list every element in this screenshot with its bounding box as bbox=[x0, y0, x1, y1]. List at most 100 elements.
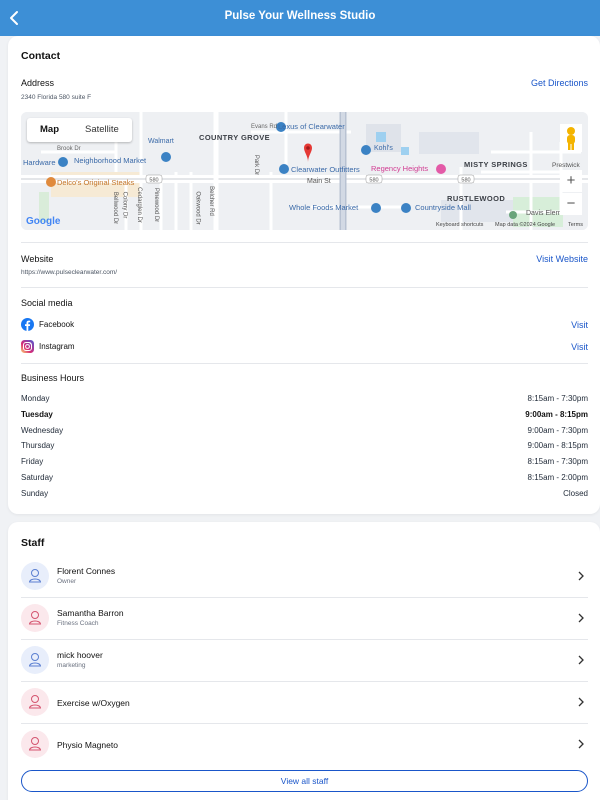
contact-heading: Contact bbox=[21, 50, 61, 62]
chevron-right-icon bbox=[578, 571, 584, 581]
staff-role: marketing bbox=[57, 662, 86, 669]
contact-card: Contact Address 2340 Florida 580 suite F… bbox=[8, 36, 600, 514]
hours-day: Sunday bbox=[21, 489, 49, 498]
map-label-regency: Regency Heights bbox=[371, 164, 429, 173]
get-directions-link[interactable]: Get Directions bbox=[531, 78, 588, 88]
facebook-visit-link[interactable]: Visit bbox=[571, 320, 588, 330]
staff-name: Florent Connes bbox=[57, 566, 116, 576]
person-icon bbox=[28, 695, 42, 709]
street-view-pegman[interactable] bbox=[560, 124, 582, 152]
instagram-label: Instagram bbox=[39, 342, 75, 351]
staff-name: mick hoover bbox=[57, 650, 103, 660]
hours-day: Wednesday bbox=[21, 426, 64, 435]
staff-name: Physio Magneto bbox=[57, 740, 118, 750]
staff-row[interactable]: Florent Connes Owner bbox=[21, 556, 588, 598]
website-url: https://www.pulseclearwater.com/ bbox=[21, 269, 118, 276]
hours-row-wednesday: Wednesday 9:00am - 7:30pm bbox=[21, 426, 588, 438]
instagram-visit-link[interactable]: Visit bbox=[571, 342, 588, 352]
staff-name: Samantha Barron bbox=[57, 608, 124, 618]
map-label-rustlewood: RUSTLEWOOD bbox=[447, 194, 506, 203]
person-icon bbox=[28, 653, 42, 667]
chevron-right-icon bbox=[578, 697, 584, 707]
staff-row[interactable]: Samantha Barron Fitness Coach bbox=[21, 598, 588, 640]
map-label-colony: Colony Dr bbox=[121, 191, 128, 219]
view-all-staff-button[interactable]: View all staff bbox=[21, 770, 588, 792]
avatar bbox=[21, 688, 49, 716]
map-label-walmart: Walmart bbox=[148, 138, 174, 145]
hours-time: 9:00am - 7:30pm bbox=[527, 426, 588, 435]
google-logo: Google bbox=[26, 216, 61, 227]
avatar bbox=[21, 730, 49, 758]
map-keyboard-shortcuts[interactable]: Keyboard shortcuts bbox=[436, 222, 483, 228]
staff-role: Owner bbox=[57, 578, 77, 585]
instagram-icon bbox=[21, 340, 34, 353]
hours-time: 9:00am - 8:15pm bbox=[527, 441, 588, 450]
map-label-whole-foods: Whole Foods Market bbox=[289, 203, 359, 212]
hours-row-friday: Friday 8:15am - 7:30pm bbox=[21, 457, 588, 469]
zoom-out-button[interactable]: − bbox=[560, 193, 582, 215]
staff-name: Exercise w/Oxygen bbox=[57, 698, 130, 708]
map-label-country-grove: COUNTRY GROVE bbox=[199, 133, 271, 142]
hours-row-sunday: Sunday Closed bbox=[21, 489, 588, 501]
hours-time: Closed bbox=[563, 489, 588, 498]
chevron-right-icon bbox=[578, 655, 584, 665]
hours-day: Thursday bbox=[21, 441, 55, 450]
divider bbox=[21, 287, 588, 288]
map-terms-link[interactable]: Terms bbox=[568, 222, 583, 228]
hours-day: Monday bbox=[21, 394, 50, 403]
route-badge-3: 580 bbox=[461, 178, 470, 184]
hours-row-saturday: Saturday 8:15am - 2:00pm bbox=[21, 473, 588, 485]
staff-row[interactable]: Physio Magneto bbox=[21, 724, 588, 766]
website-label: Website bbox=[21, 254, 54, 264]
staff-row[interactable]: Exercise w/Oxygen bbox=[21, 682, 588, 724]
map-label-belcher: Belcher Rd bbox=[207, 186, 214, 216]
map-label-cedarglen: Cedarglen Dr bbox=[135, 187, 142, 223]
hours-day: Saturday bbox=[21, 473, 54, 482]
map-type-toggle: Map Satellite bbox=[27, 118, 132, 142]
chevron-right-icon bbox=[578, 613, 584, 623]
map-label-park-dr: Park Dr bbox=[253, 154, 260, 176]
staff-card: Staff Florent Connes Owner Samantha Barr… bbox=[8, 522, 600, 800]
map-label-kohls: Kohl's bbox=[374, 145, 393, 152]
map-label-lexus: Lexus of Clearwater bbox=[278, 122, 345, 131]
business-hours-label: Business Hours bbox=[21, 373, 85, 383]
hours-day: Tuesday bbox=[21, 410, 53, 419]
map-label-main-st: Main St bbox=[307, 178, 331, 185]
pegman-icon bbox=[567, 127, 575, 150]
chevron-right-icon bbox=[578, 739, 584, 749]
hours-time: 9:00am - 8:15pm bbox=[525, 410, 588, 419]
facebook-icon bbox=[21, 318, 34, 331]
map-toggle-satellite[interactable]: Satellite bbox=[72, 118, 132, 142]
avatar bbox=[21, 604, 49, 632]
map-label-neighborhood-market: Neighborhood Market bbox=[74, 156, 147, 165]
map-view[interactable]: 580 580 580 Map Satellite Lexus of Clear… bbox=[21, 112, 588, 230]
divider bbox=[21, 242, 588, 243]
person-icon bbox=[28, 611, 42, 625]
route-badge-2: 580 bbox=[369, 178, 378, 184]
visit-website-link[interactable]: Visit Website bbox=[536, 254, 588, 264]
map-label-hardware: Hardware bbox=[23, 158, 56, 167]
zoom-in-button[interactable]: + bbox=[560, 170, 582, 192]
map-label-steaks: Delco's Original Steaks bbox=[57, 178, 135, 187]
hours-row-tuesday: Tuesday 9:00am - 8:15pm bbox=[21, 410, 588, 422]
map-label-countryside-mall: Countryside Mall bbox=[415, 203, 471, 212]
staff-row[interactable]: mick hoover marketing bbox=[21, 640, 588, 682]
social-media-label: Social media bbox=[21, 298, 73, 308]
staff-role: Fitness Coach bbox=[57, 620, 99, 627]
divider bbox=[21, 363, 588, 364]
map-label-prestwick: Prestwick bbox=[552, 162, 580, 169]
hours-day: Friday bbox=[21, 457, 44, 466]
address-value: 2340 Florida 580 suite F bbox=[21, 94, 92, 101]
address-label: Address bbox=[21, 78, 55, 88]
map-label-bellwood: Bellwood Dr bbox=[112, 191, 119, 225]
facebook-label: Facebook bbox=[39, 320, 75, 329]
map-label-brook: Brook Dr bbox=[57, 146, 81, 152]
map-label-oakwood: Oakwood Dr bbox=[194, 191, 201, 225]
hours-time: 8:15am - 7:30pm bbox=[527, 394, 588, 403]
map-toggle-map[interactable]: Map bbox=[27, 118, 72, 142]
hours-row-thursday: Thursday 9:00am - 8:15pm bbox=[21, 441, 588, 453]
person-icon bbox=[28, 737, 42, 751]
route-badge-1: 580 bbox=[149, 178, 158, 184]
hours-time: 8:15am - 2:00pm bbox=[527, 473, 588, 482]
hours-time: 8:15am - 7:30pm bbox=[527, 457, 588, 466]
